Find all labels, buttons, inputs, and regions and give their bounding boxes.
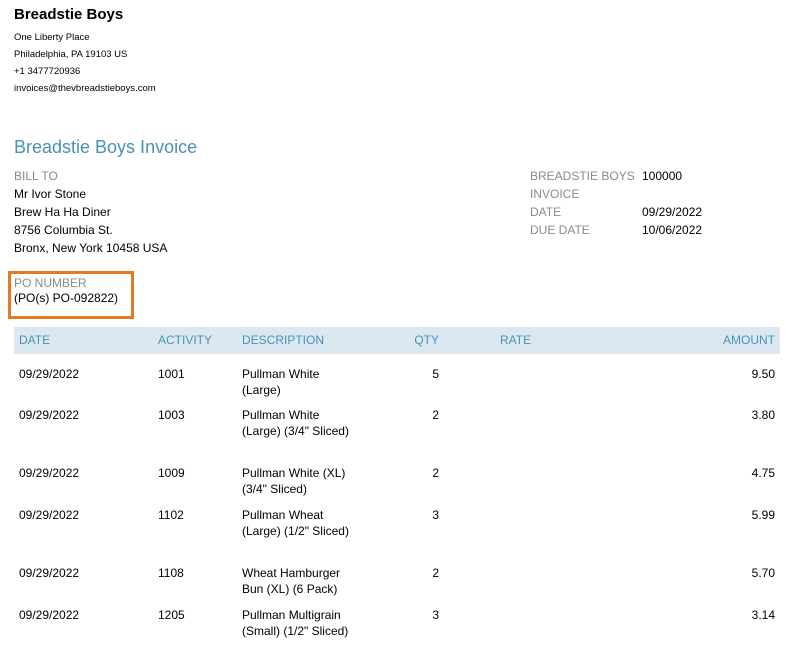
row-activity: 1009 — [158, 466, 185, 480]
row-amount: 9.50 — [751, 367, 775, 381]
row-amount: 4.75 — [751, 466, 775, 480]
bill-to-label: BILL TO — [14, 169, 58, 183]
row-activity: 1108 — [158, 566, 184, 580]
row-date: 09/29/2022 — [19, 566, 80, 580]
row-date: 09/29/2022 — [19, 466, 80, 480]
invoice-meta: BREADSTIE BOYS 100000 INVOICE DATE 09/29… — [530, 167, 702, 239]
table-header: DATE ACTIVITY DESCRIPTION QTY RATE AMOUN… — [14, 327, 780, 354]
column-header-rate: RATE — [500, 333, 532, 347]
bill-to-name: Mr Ivor Stone — [14, 187, 87, 201]
row-amount: 5.70 — [751, 566, 775, 580]
company-address-block: One Liberty Place Philadelphia, PA 19103… — [14, 29, 156, 97]
row-description: Pullman White (XL) (3/4" Sliced) — [242, 466, 346, 496]
row-amount: 5.99 — [751, 508, 775, 522]
row-description: Wheat Hamburger Bun (XL) (6 Pack) — [242, 566, 341, 596]
invoice-number-label-line2: INVOICE — [530, 187, 580, 201]
invoice-date-row: DATE 09/29/2022 — [530, 203, 702, 221]
invoice-number-row: BREADSTIE BOYS 100000 — [530, 167, 702, 185]
row-activity: 1205 — [158, 608, 185, 622]
invoice-date: 09/29/2022 — [642, 205, 703, 219]
row-description: Pullman Wheat (Large) (1/2" Sliced) — [242, 508, 349, 538]
invoice-label-row: INVOICE — [530, 185, 702, 203]
company-address-line2: Philadelphia, PA 19103 US — [14, 49, 128, 60]
po-number-value: (PO(s) PO-092822) — [14, 291, 119, 305]
row-amount: 3.80 — [751, 408, 775, 422]
row-activity: 1003 — [158, 408, 185, 422]
company-email: invoices@thevbreadstieboys.com — [14, 83, 156, 94]
company-phone: +1 3477720936 — [14, 66, 81, 77]
row-amount: 3.14 — [751, 608, 775, 622]
invoice-title: Breadstie Boys Invoice — [14, 137, 198, 157]
row-date: 09/29/2022 — [19, 508, 80, 522]
company-address-line1: One Liberty Place — [14, 32, 90, 43]
column-header-amount: AMOUNT — [723, 333, 775, 347]
row-activity: 1102 — [158, 508, 184, 522]
row-qty: 3 — [432, 508, 439, 522]
bill-to-block: BILL TO Mr Ivor Stone Brew Ha Ha Diner 8… — [14, 167, 167, 257]
row-date: 09/29/2022 — [19, 367, 80, 381]
row-qty: 2 — [432, 566, 439, 580]
invoice-number: 100000 — [642, 169, 683, 183]
row-date: 09/29/2022 — [19, 408, 80, 422]
company-name: Breadstie Boys — [14, 6, 124, 23]
row-qty: 2 — [432, 408, 439, 422]
row-description: Pullman Multigrain (Small) (1/2" Sliced) — [242, 608, 349, 638]
row-date: 09/29/2022 — [19, 608, 80, 622]
row-qty: 5 — [432, 367, 439, 381]
column-header-description: DESCRIPTION — [242, 333, 325, 347]
due-date-label: DUE DATE — [530, 223, 590, 237]
row-description: Pullman White (Large) — [242, 367, 320, 397]
po-number-block: PO NUMBER (PO(s) PO-092822) — [14, 276, 118, 306]
column-header-qty: QTY — [414, 333, 439, 347]
row-qty: 3 — [432, 608, 439, 622]
column-header-activity: ACTIVITY — [158, 333, 213, 347]
invoice-date-label: DATE — [530, 205, 562, 219]
row-activity: 1001 — [158, 367, 185, 381]
invoice-number-label-line1: BREADSTIE BOYS — [530, 169, 635, 183]
po-number-label: PO NUMBER — [14, 276, 87, 290]
column-header-date: DATE — [19, 333, 51, 347]
bill-to-business: Brew Ha Ha Diner — [14, 205, 111, 219]
row-qty: 2 — [432, 466, 439, 480]
bill-to-street: 8756 Columbia St. — [14, 223, 113, 237]
row-description: Pullman White (Large) (3/4" Sliced) — [242, 408, 349, 438]
due-date-row: DUE DATE 10/06/2022 — [530, 221, 702, 239]
due-date: 10/06/2022 — [642, 223, 703, 237]
bill-to-city: Bronx, New York 10458 USA — [14, 241, 168, 255]
